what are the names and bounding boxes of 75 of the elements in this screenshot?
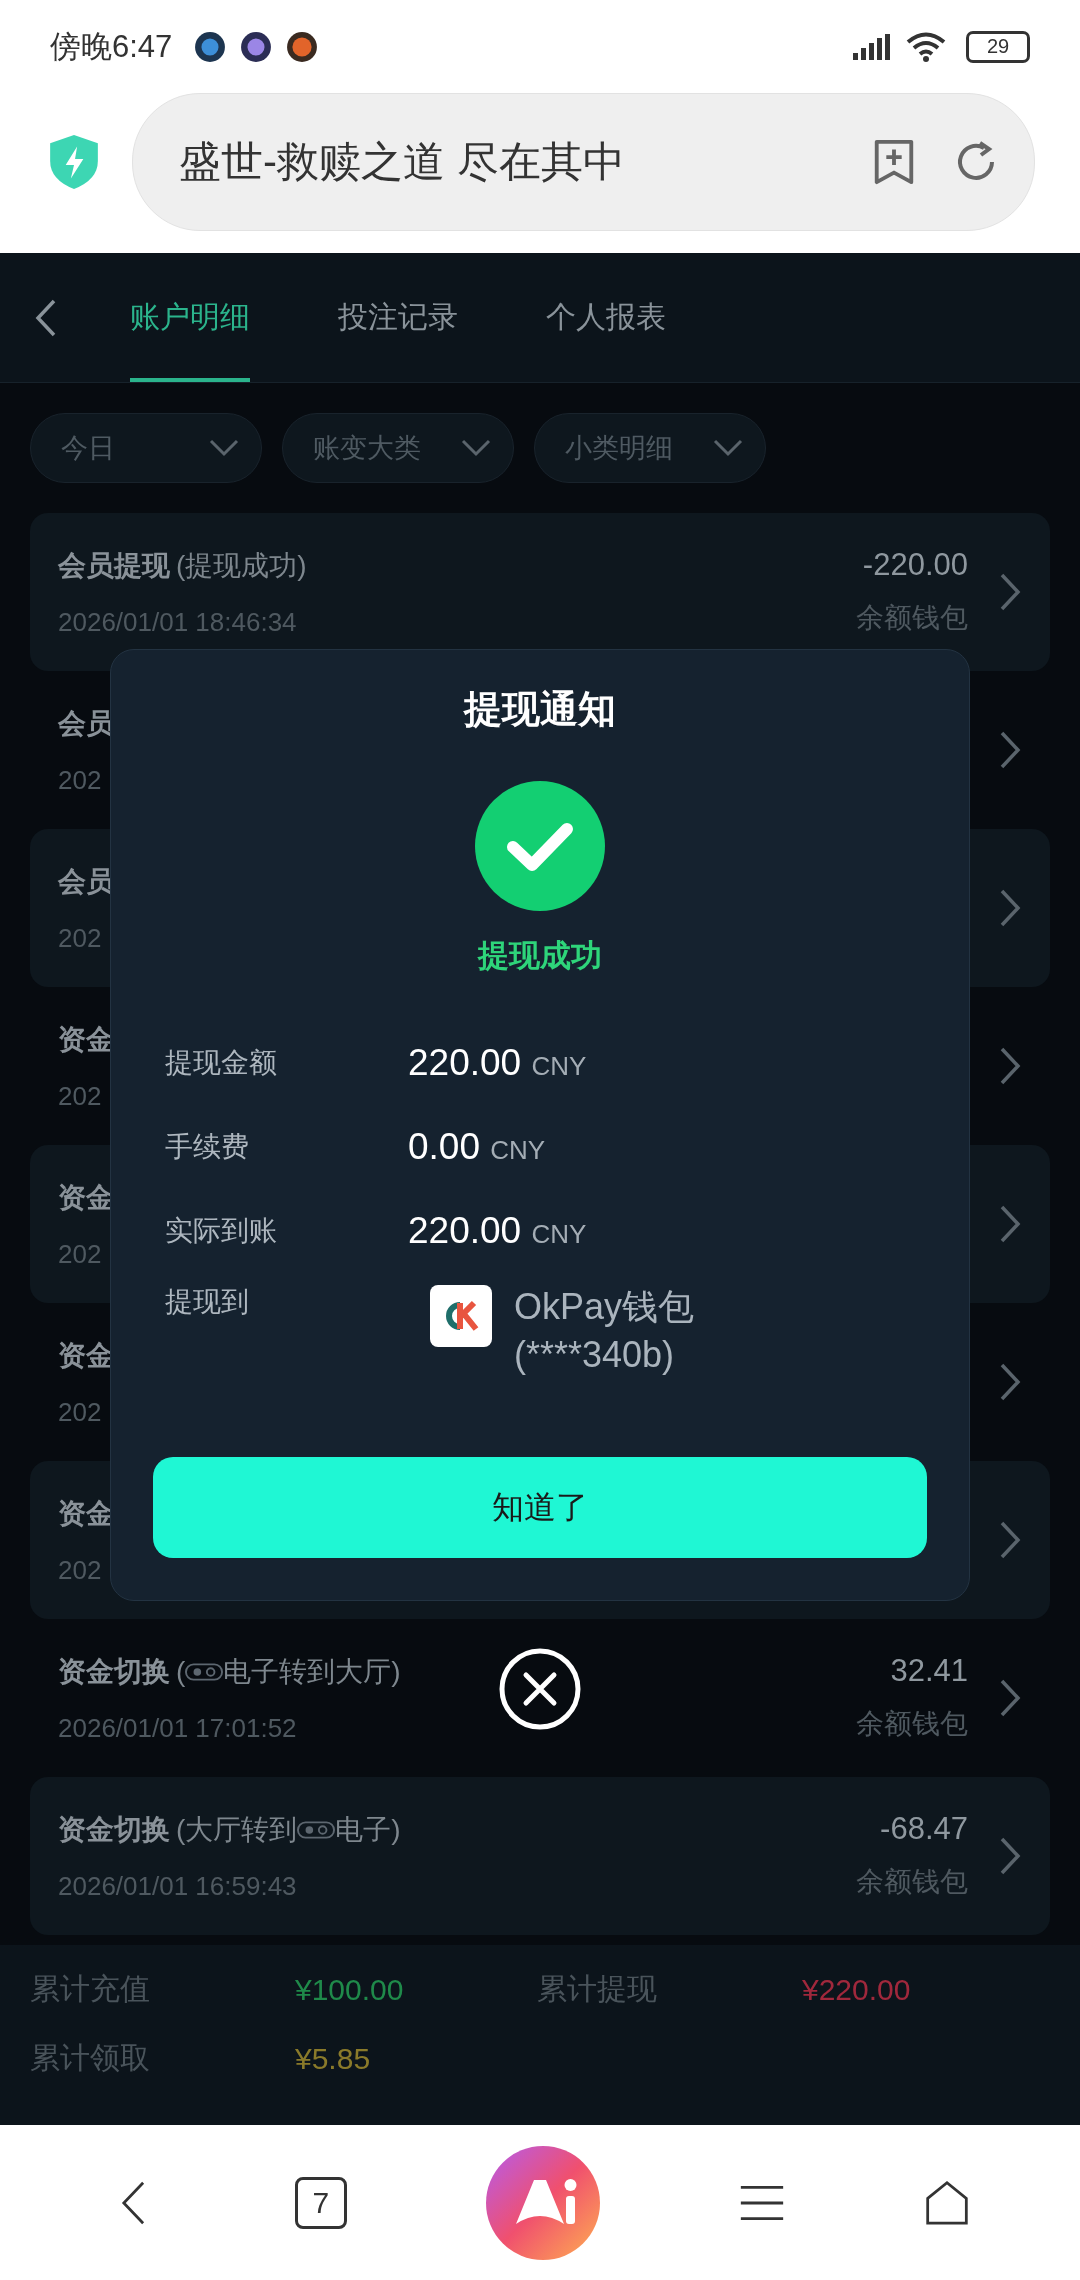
record-time: 202 [58, 1080, 103, 1112]
shield-icon [48, 134, 100, 190]
wallet-logo-icon [430, 1285, 492, 1347]
chevron-right-icon [998, 1362, 1022, 1402]
record-time: 2026/01/01 16:59:43 [58, 1870, 298, 1902]
wallet-label: 余额钱包 [856, 1707, 968, 1741]
status-time: 傍晚6:47 [50, 27, 173, 66]
record-amount: -220.00 [861, 547, 968, 583]
record-time: 2026/01/01 18:46:34 [58, 606, 298, 638]
chevron-right-icon [998, 888, 1022, 928]
status-text: 提现成功 [478, 937, 602, 975]
record-title: 资金切换 ( 电子转到大厅) [58, 1654, 401, 1689]
summary-label: 累计领取 [30, 2040, 151, 2076]
wallet-text: (****340b) [514, 1333, 676, 1377]
summary-label: 累计提现 [537, 1971, 658, 2007]
close-icon[interactable] [498, 1647, 582, 1731]
wallet-label: 余额钱包 [856, 601, 968, 635]
detail-label: 提现到 [165, 1285, 250, 1319]
record-time: 202 [58, 764, 103, 796]
summary-value: ¥100.00 [295, 1972, 404, 2007]
summary-label: 累计充值 [30, 1971, 151, 2007]
success-check-icon [475, 781, 605, 911]
chevron-right-icon [998, 1204, 1022, 1244]
detail-value: 220.00 CNY [408, 1210, 587, 1252]
app-icon [194, 30, 227, 63]
wallet-text: OkPay钱包 [514, 1285, 695, 1329]
tabs-count-button[interactable]: 7 [294, 2176, 347, 2229]
signal-icon [852, 32, 892, 61]
record-time: 202 [58, 1554, 103, 1586]
record-time: 202 [58, 1238, 103, 1270]
chevron-right-icon [998, 1836, 1022, 1876]
address-bar[interactable]: 盛世-救赎之道 尽在其中 [132, 93, 1035, 231]
record-title: 会员提现 (提现成功) [58, 548, 307, 583]
logo-icon [297, 1818, 336, 1841]
tab[interactable]: 账户明细 [130, 253, 250, 382]
detail-label: 提现金额 [165, 1046, 278, 1080]
detail-value: 220.00 CNY [408, 1042, 587, 1084]
record-amount: 32.41 [889, 1653, 968, 1689]
caret-down-icon [713, 439, 743, 457]
record-time: 202 [58, 1396, 103, 1428]
tab[interactable]: 个人报表 [546, 253, 666, 382]
dialog-title: 提现通知 [464, 687, 616, 732]
record-card[interactable]: 资金切换 (大厅转到 电子) 2026/01/01 16:59:43 -68.47 余额钱包 [30, 1777, 1050, 1935]
record-amount: -68.47 [879, 1811, 968, 1847]
chevron-right-icon [998, 1520, 1022, 1560]
bookmark-add-icon[interactable] [872, 138, 916, 186]
record-title: 资金 [58, 1180, 115, 1215]
confirm-button[interactable]: 知道了 [153, 1457, 927, 1558]
wifi-icon [906, 31, 946, 62]
record-title: 资金 [58, 1338, 115, 1373]
detail-label: 手续费 [165, 1130, 250, 1164]
detail-label: 实际到账 [165, 1214, 278, 1248]
chevron-right-icon [998, 1046, 1022, 1086]
record-title: 资金 [58, 1496, 115, 1531]
logo-icon [185, 1660, 224, 1683]
chevron-right-icon [998, 1678, 1022, 1718]
app-icon [240, 30, 273, 63]
chevron-right-icon [998, 730, 1022, 770]
record-title: 资金 [58, 1022, 115, 1057]
chevron-right-icon [998, 572, 1022, 612]
app-icon [286, 30, 319, 63]
tab[interactable]: 投注记录 [338, 253, 458, 382]
caret-down-icon [461, 439, 491, 457]
battery-icon: 29 [966, 30, 1030, 63]
back-icon[interactable] [34, 297, 58, 338]
record-title: 资金切换 (大厅转到 电子) [58, 1812, 401, 1847]
ai-assistant-icon[interactable] [485, 2145, 600, 2260]
wallet-label: 余额钱包 [856, 1865, 968, 1899]
summary-value: ¥220.00 [802, 1972, 911, 2007]
home-icon[interactable] [924, 2179, 971, 2226]
caret-down-icon [209, 439, 239, 457]
record-time: 2026/01/01 17:01:52 [58, 1712, 298, 1744]
summary-value: ¥5.85 [295, 2041, 371, 2076]
record-time: 202 [58, 922, 103, 954]
detail-value: 0.00 CNY [408, 1126, 546, 1168]
